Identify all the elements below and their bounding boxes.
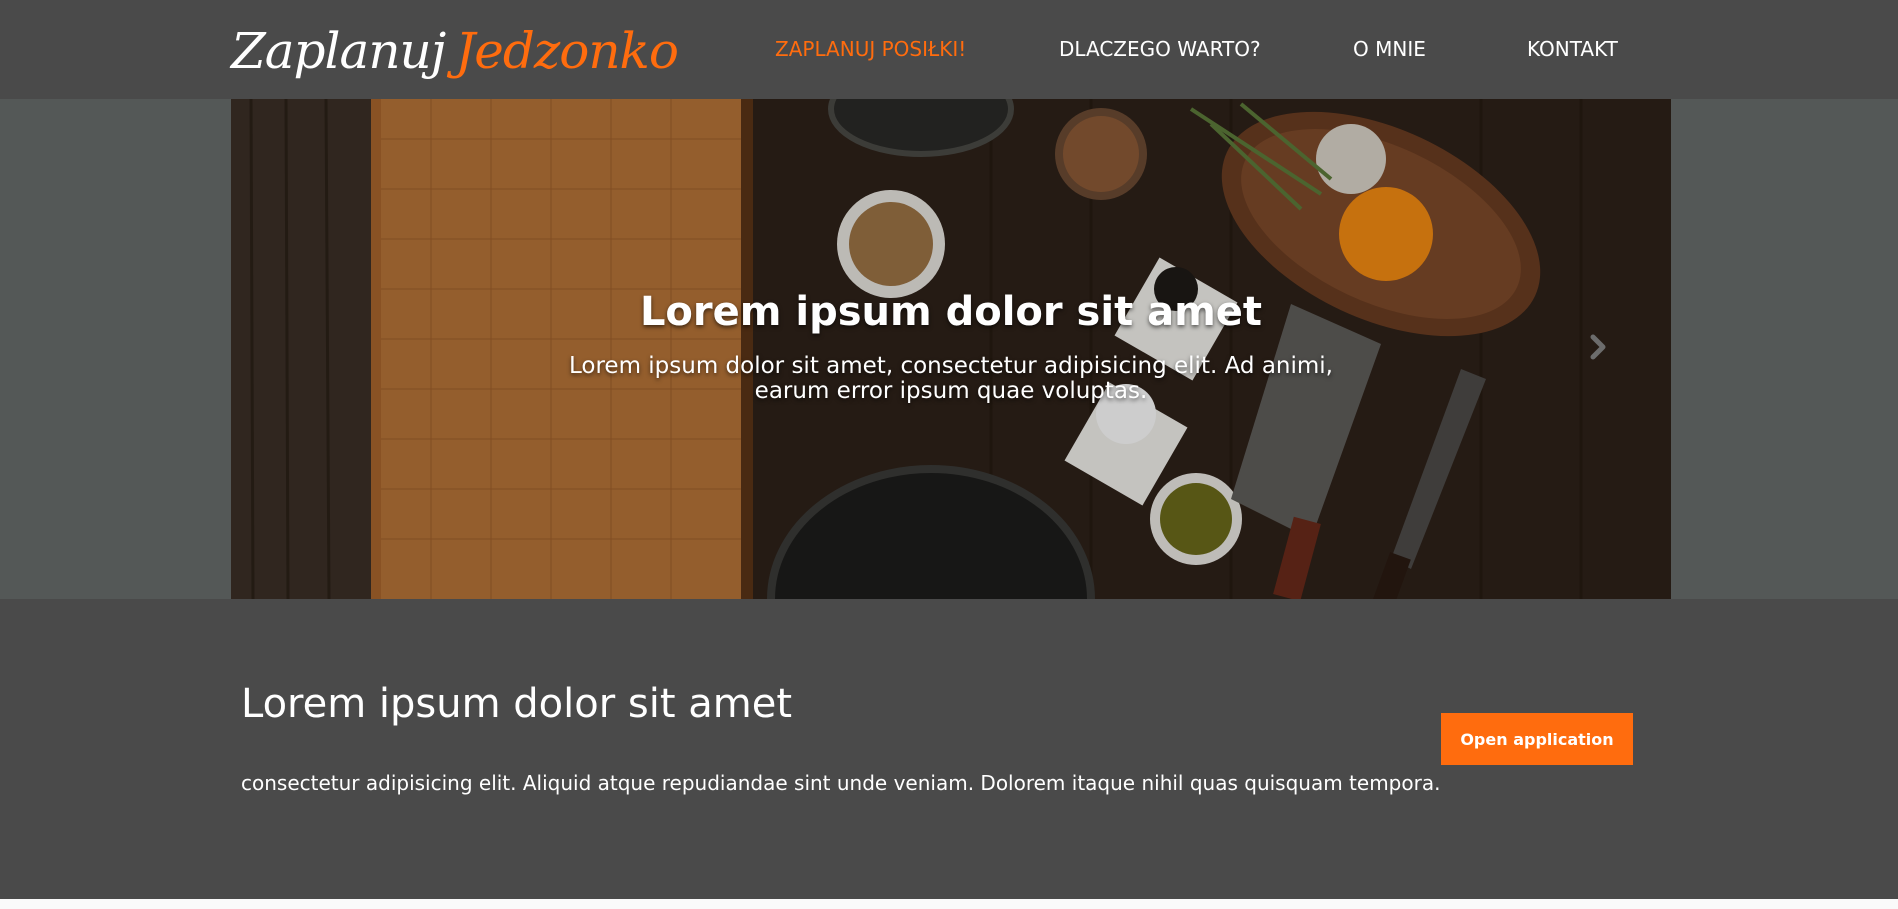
nav-item-about-me[interactable]: O MNIE [1353, 37, 1426, 61]
nav-item-contact[interactable]: KONTAKT [1527, 37, 1618, 61]
intro-section: Lorem ipsum dolor sit amet consectetur a… [0, 599, 1898, 899]
hero-carousel: Lorem ipsum dolor sit amet Lorem ipsum d… [231, 99, 1671, 599]
intro-text: consectetur adipisicing elit. Aliquid at… [241, 771, 1441, 795]
nav-item-why-worth[interactable]: DLACZEGO WARTO? [1059, 37, 1261, 61]
hero-title: Lorem ipsum dolor sit amet [639, 289, 1263, 335]
page-bottom-strip [0, 899, 1898, 909]
intro-title: Lorem ipsum dolor sit amet [241, 681, 793, 727]
open-application-button[interactable]: Open application [1441, 713, 1633, 765]
site-header: Zaplanuj Jedzonko ZAPLANUJ POSIŁKI! DLAC… [0, 0, 1898, 99]
nav-item-plan-meals[interactable]: ZAPLANUJ POSIŁKI! [775, 37, 966, 61]
hero-subtitle: Lorem ipsum dolor sit amet, consectetur … [568, 353, 1333, 404]
hero-overlay [231, 99, 1671, 599]
logo[interactable]: Zaplanuj Jedzonko [231, 6, 679, 96]
logo-text-accent: Jedzonko [455, 22, 679, 80]
logo-text-primary: Zaplanuj [231, 22, 446, 80]
chevron-right-icon[interactable] [1583, 327, 1613, 367]
